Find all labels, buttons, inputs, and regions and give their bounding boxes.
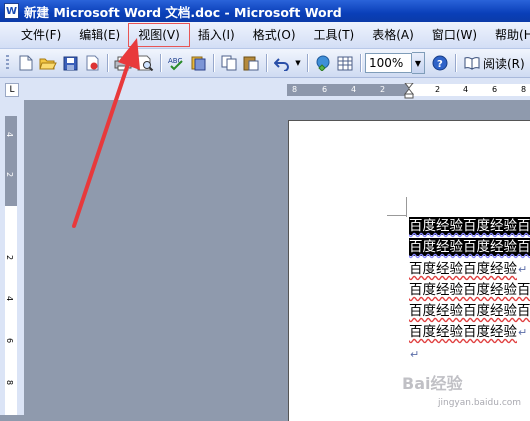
menu-help[interactable]: 帮助(H)	[486, 24, 530, 46]
ruler-tick: 6	[322, 85, 328, 94]
undo-dropdown-icon[interactable]: ▼	[294, 53, 302, 73]
standard-toolbar: ABC ▼ 100% ▼ ? 阅读(R)	[0, 49, 530, 78]
ruler-tick: 2	[5, 171, 15, 178]
menu-bar: 文件(F) 编辑(E) 视图(V) 插入(I) 格式(O) 工具(T) 表格(A…	[0, 22, 530, 49]
toolbar-separator	[160, 54, 161, 72]
permission-icon[interactable]	[82, 53, 102, 73]
print-preview-icon[interactable]	[135, 53, 155, 73]
text-line[interactable]: 百度经验百度经验↵	[409, 323, 527, 341]
reading-layout-label: 阅读(R)	[483, 56, 525, 71]
ruler-tick: 2	[5, 254, 15, 261]
save-icon[interactable]	[60, 53, 80, 73]
text-line[interactable]: 百度经验百度经验百	[409, 238, 530, 256]
open-folder-icon[interactable]	[38, 53, 58, 73]
help-icon[interactable]: ?	[430, 53, 450, 73]
crop-mark	[387, 215, 407, 216]
hyperlink-icon[interactable]	[313, 53, 333, 73]
ruler-tick: 4	[463, 85, 469, 94]
open-book-icon	[464, 57, 480, 70]
text-line[interactable]: 百度经验百度经验百	[409, 217, 530, 235]
vertical-ruler[interactable]: 4 2 2 4 6 8	[5, 116, 17, 415]
ruler-tick: 2	[435, 85, 441, 94]
crop-mark	[406, 197, 407, 217]
paragraph-mark: ↵	[518, 326, 528, 339]
text-line[interactable]: 百度经验百度经验↵	[409, 260, 527, 278]
word-doc-icon[interactable]: W	[4, 3, 19, 19]
menu-tools[interactable]: 工具(T)	[305, 24, 364, 46]
ruler-tick: 6	[5, 337, 15, 344]
table-icon[interactable]	[335, 53, 355, 73]
menu-insert[interactable]: 插入(I)	[189, 24, 244, 46]
menu-file[interactable]: 文件(F)	[12, 24, 70, 46]
print-icon[interactable]	[113, 53, 133, 73]
reading-layout-button[interactable]: 阅读(R)	[460, 53, 529, 73]
ruler-tick: 6	[492, 85, 498, 94]
text-line[interactable]: ↵	[409, 345, 419, 363]
toolbar-grip[interactable]	[6, 55, 9, 71]
zoom-dropdown-button[interactable]: ▼	[412, 52, 425, 74]
paragraph-mark: ↵	[410, 348, 420, 361]
vertical-ruler-area: 4 2 2 4 6 8	[0, 100, 24, 415]
menu-edit[interactable]: 编辑(E)	[70, 24, 129, 46]
new-document-icon[interactable]	[16, 53, 36, 73]
zoom-value: 100%	[369, 56, 404, 70]
paragraph-mark: ↵	[518, 263, 528, 276]
tab-stop-selector[interactable]: L	[5, 83, 19, 97]
zoom-combobox[interactable]: 100%	[365, 53, 412, 73]
toolbar-separator	[455, 54, 456, 72]
baidu-watermark: Bai经验 jingyan.baidu.com	[402, 370, 522, 414]
horizontal-ruler[interactable]: 8 6 4 2 2 4 6 8	[287, 83, 530, 99]
indent-marker-icon[interactable]	[404, 83, 414, 99]
toolbar-separator	[107, 54, 108, 72]
menu-table[interactable]: 表格(A)	[363, 24, 423, 46]
ruler-tick: 4	[351, 85, 357, 94]
menu-view[interactable]: 视图(V)	[128, 23, 190, 47]
watermark-logo: Bai经验	[402, 374, 463, 393]
ruler-tick: 8	[5, 379, 15, 386]
svg-text:?: ?	[437, 59, 443, 70]
menu-format[interactable]: 格式(O)	[244, 24, 305, 46]
ruler-left-margin	[287, 84, 409, 96]
toolbar-separator	[360, 54, 361, 72]
text-line[interactable]: 百度经验百度经验百	[409, 281, 530, 299]
paste-icon[interactable]	[241, 53, 261, 73]
text-line[interactable]: 百度经验百度经验百	[409, 302, 530, 320]
document-workspace: 百度经验百度经验百 百度经验百度经验百 百度经验百度经验↵ 百度经验百度经验百 …	[24, 100, 530, 421]
toolbar-separator	[307, 54, 308, 72]
toolbar-separator	[266, 54, 267, 72]
ruler-tick: 4	[5, 295, 15, 302]
copy-icon[interactable]	[219, 53, 239, 73]
horizontal-ruler-area: L 8 6 4 2 2 4 6 8	[0, 78, 530, 100]
undo-icon[interactable]	[272, 53, 292, 73]
ruler-tick: 4	[5, 131, 15, 138]
research-icon[interactable]	[188, 53, 208, 73]
title-bar: W 新建 Microsoft Word 文档.doc - Microsoft W…	[0, 0, 530, 22]
menu-window[interactable]: 窗口(W)	[423, 24, 486, 46]
ruler-top-margin	[5, 116, 17, 206]
watermark-site: jingyan.baidu.com	[438, 398, 522, 408]
window-title: 新建 Microsoft Word 文档.doc - Microsoft Wor…	[24, 4, 342, 20]
ruler-tick: 2	[380, 85, 386, 94]
spelling-icon[interactable]: ABC	[166, 53, 186, 73]
toolbar-separator	[213, 54, 214, 72]
ruler-tick: 8	[521, 85, 527, 94]
ruler-tick: 8	[292, 85, 298, 94]
